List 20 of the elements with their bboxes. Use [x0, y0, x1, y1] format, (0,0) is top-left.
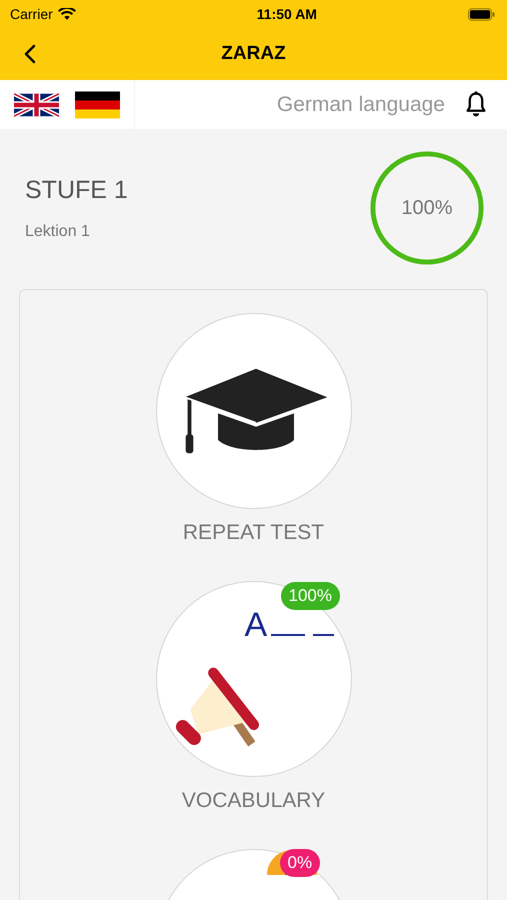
- percent-badge: 100%: [280, 582, 340, 610]
- status-time: 11:50 AM: [256, 6, 317, 22]
- wifi-icon: [58, 8, 76, 20]
- language-label: German language: [276, 92, 445, 116]
- notification-button[interactable]: [465, 91, 487, 118]
- progress-percent: 100%: [400, 197, 454, 220]
- back-icon: [24, 44, 36, 64]
- carrier-label: Carrier: [10, 6, 53, 22]
- activity-button[interactable]: A 100%: [156, 581, 352, 777]
- activity-label: REPEAT TEST: [182, 521, 324, 545]
- letter-text: A: [244, 606, 268, 645]
- activity-label: VOCABULARY: [182, 789, 326, 813]
- blank-lines: [270, 634, 334, 636]
- battery-icon: [468, 8, 495, 20]
- german-flag-icon: [75, 90, 120, 120]
- percent-badge: 0%: [280, 849, 320, 877]
- level-title: STUFE 1: [25, 176, 128, 204]
- nav-title: ZARAZ: [221, 43, 286, 65]
- lesson-label: Lektion 1: [25, 222, 91, 240]
- bell-icon: [465, 91, 487, 118]
